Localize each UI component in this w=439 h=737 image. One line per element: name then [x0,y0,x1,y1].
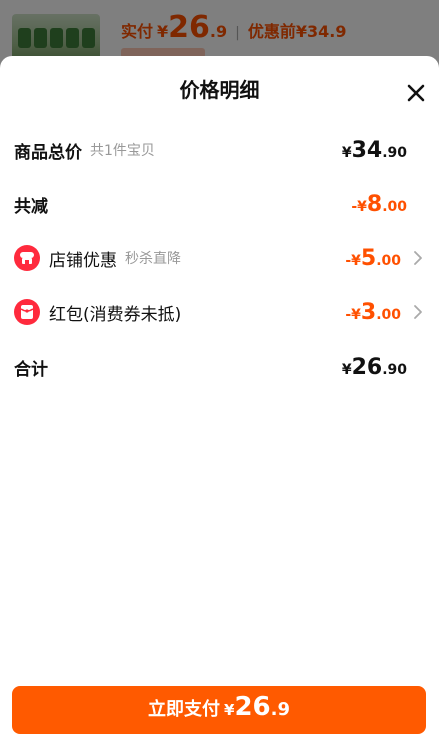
pay-now-currency: ¥ [224,701,235,719]
sum-amount: ¥26.90 [341,354,407,380]
chevron-right-icon [414,251,422,265]
pay-now-button[interactable]: 立即支付 ¥ 26 .9 [12,686,426,734]
price-detail-sheet: 价格明细 商品总价 共1件宝贝 ¥34.90 共减 -¥ 8.00 店铺优惠 秒杀… [0,56,439,737]
shop-discount-amount: -¥ 5.00 [345,245,401,271]
red-packet-amount: -¥ 3.00 [345,299,401,325]
row-sum: 合计 ¥26.90 [14,350,425,384]
total-price-sub: 共1件宝贝 [90,143,155,159]
reduction-amount: -¥ 8.00 [351,191,407,217]
red-packet-icon [14,299,40,325]
total-price-label: 商品总价 [14,142,82,163]
reduction-label: 共减 [14,196,48,217]
row-red-packet[interactable]: 红包(消费券未抵) -¥ 3.00 [14,295,425,329]
red-packet-label: 红包(消费券未抵) [49,304,182,325]
pay-now-int: 26 [234,692,271,722]
shop-discount-sub: 秒杀直降 [125,251,181,267]
sheet-title: 价格明细 [179,78,260,102]
row-total-price: 商品总价 共1件宝贝 ¥34.90 [14,133,425,167]
row-total-reduction: 共减 -¥ 8.00 [14,187,425,221]
shop-icon [14,245,40,271]
total-price-amount: ¥34.90 [341,137,407,163]
pay-now-dec: .9 [270,699,290,720]
close-icon[interactable] [405,82,427,104]
chevron-right-icon [414,305,422,319]
row-shop-discount[interactable]: 店铺优惠 秒杀直降 -¥ 5.00 [14,241,425,275]
sum-label: 合计 [14,359,48,380]
pay-now-label: 立即支付 [148,699,220,720]
shop-discount-label: 店铺优惠 [49,250,117,271]
